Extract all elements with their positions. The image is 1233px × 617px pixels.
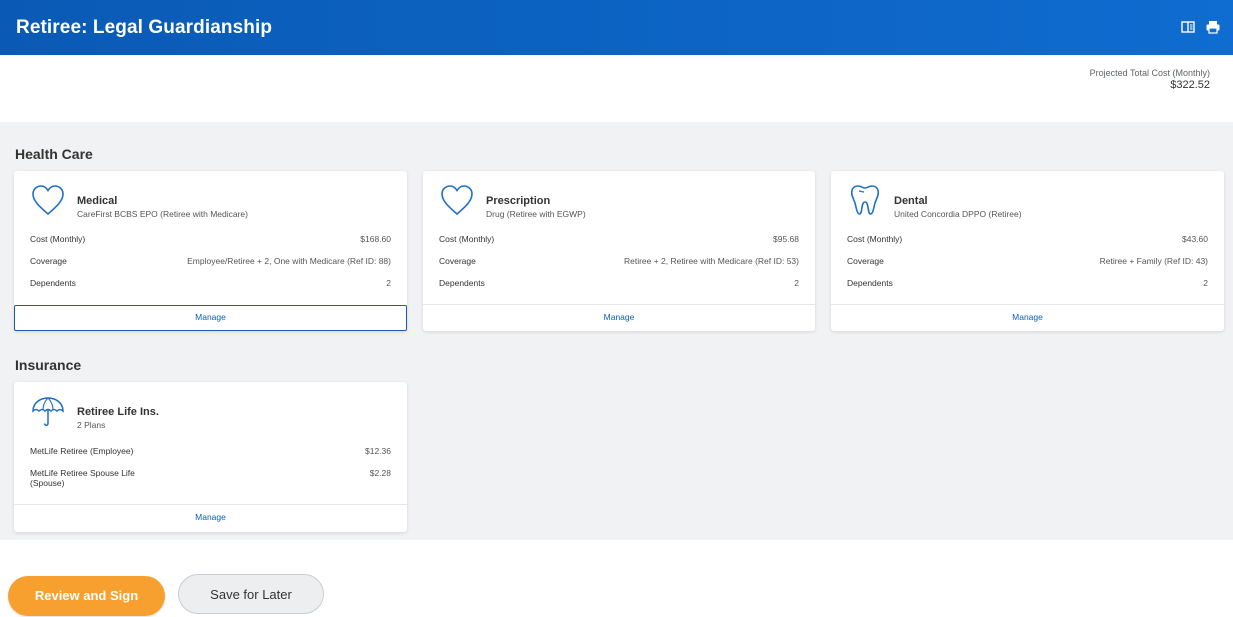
benefit-card-medical: Medical CareFirst BCBS EPO (Retiree with… bbox=[14, 171, 407, 331]
benefit-card-life-insurance: Retiree Life Ins. 2 Plans MetLife Retire… bbox=[14, 382, 407, 532]
card-subtitle: 2 Plans bbox=[77, 420, 106, 430]
tooth-icon bbox=[850, 185, 880, 215]
umbrella-icon bbox=[32, 397, 64, 427]
card-subtitle: United Concordia DPPO (Retiree) bbox=[894, 209, 1022, 219]
heart-icon bbox=[32, 185, 64, 216]
row-value: Retiree + 2, Retiree with Medicare (Ref … bbox=[623, 256, 799, 266]
benefit-card-dental: Dental United Concordia DPPO (Retiree) C… bbox=[831, 171, 1224, 331]
row-value: 2 bbox=[386, 278, 391, 288]
row-value: 2 bbox=[1203, 278, 1208, 288]
row-label: MetLife Retiree (Employee) bbox=[30, 446, 134, 456]
projected-total-cost: Projected Total Cost (Monthly) $322.52 bbox=[1090, 68, 1210, 91]
manage-prescription-button[interactable]: Manage bbox=[423, 305, 815, 330]
row-value: $95.68 bbox=[773, 234, 799, 244]
row-label: Cost (Monthly) bbox=[439, 234, 495, 244]
row-value: $12.36 bbox=[365, 446, 391, 456]
projected-total-label: Projected Total Cost (Monthly) bbox=[1089, 68, 1210, 78]
benefits-panel: Health Care Medical CareFirst BCBS EPO (… bbox=[0, 122, 1233, 540]
manage-medical-button[interactable]: Manage bbox=[14, 305, 407, 331]
card-title: Dental bbox=[894, 195, 928, 207]
row-label-line: (Spouse) bbox=[30, 478, 65, 488]
row-value: Employee/Retiree + 2, One with Medicare … bbox=[187, 256, 391, 266]
manage-dental-button[interactable]: Manage bbox=[831, 305, 1224, 330]
page-title: Retiree: Legal Guardianship bbox=[16, 17, 273, 38]
card-title: Prescription bbox=[486, 195, 551, 207]
print-icon[interactable] bbox=[1205, 19, 1221, 35]
benefit-card-prescription: Prescription Drug (Retiree with EGWP) Co… bbox=[423, 171, 815, 331]
row-value: $168.60 bbox=[360, 234, 391, 244]
row-label: Cost (Monthly) bbox=[30, 234, 86, 244]
card-title: Medical bbox=[77, 195, 118, 207]
projected-total-value: $322.52 bbox=[1170, 79, 1210, 91]
review-and-sign-button[interactable]: Review and Sign bbox=[8, 576, 165, 616]
card-subtitle: CareFirst BCBS EPO (Retiree with Medicar… bbox=[77, 209, 248, 219]
row-value: $2.28 bbox=[369, 468, 391, 478]
row-value: 2 bbox=[794, 278, 799, 288]
row-value: $43.60 bbox=[1182, 234, 1208, 244]
row-label: Dependents bbox=[847, 278, 893, 288]
card-subtitle: Drug (Retiree with EGWP) bbox=[486, 209, 586, 219]
row-label: Coverage bbox=[30, 256, 67, 266]
page-header: Retiree: Legal Guardianship bbox=[0, 0, 1233, 55]
row-label-line: MetLife Retiree Spouse Life bbox=[30, 468, 135, 478]
row-label: MetLife Retiree Spouse Life (Spouse) bbox=[30, 468, 135, 488]
row-label: Coverage bbox=[847, 256, 884, 266]
card-title: Retiree Life Ins. bbox=[77, 406, 159, 418]
heart-icon bbox=[441, 185, 473, 216]
layout-toggle-icon[interactable] bbox=[1180, 19, 1196, 35]
manage-life-insurance-button[interactable]: Manage bbox=[14, 505, 407, 530]
row-value: Retiree + Family (Ref ID: 43) bbox=[1099, 256, 1208, 266]
section-title-insurance: Insurance bbox=[15, 357, 82, 373]
row-label: Dependents bbox=[30, 278, 76, 288]
row-label: Cost (Monthly) bbox=[847, 234, 903, 244]
section-title-health-care: Health Care bbox=[15, 146, 93, 162]
row-label: Dependents bbox=[439, 278, 485, 288]
row-label: Coverage bbox=[439, 256, 476, 266]
save-for-later-button[interactable]: Save for Later bbox=[178, 574, 324, 614]
